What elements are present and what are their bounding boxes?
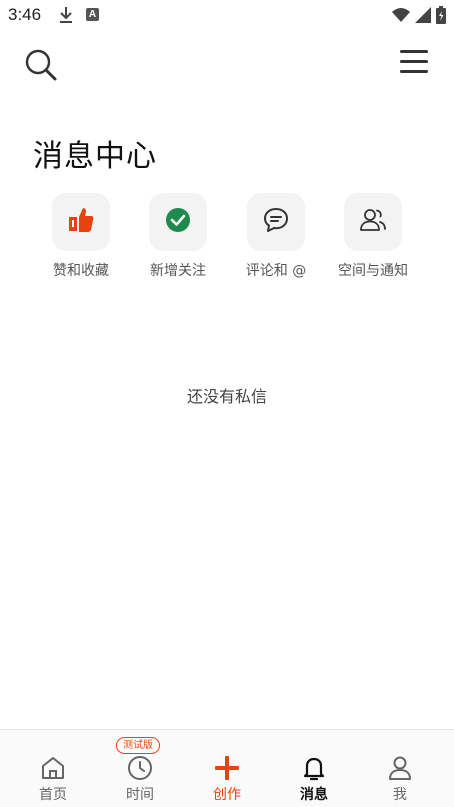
- menu-button[interactable]: [400, 50, 428, 78]
- menu-icon-line: [400, 60, 428, 63]
- category-label: 空间与通知: [338, 263, 408, 279]
- search-icon: [22, 49, 60, 88]
- category-icon-box: [247, 193, 305, 251]
- nav-item-messages[interactable]: 消息: [269, 730, 359, 807]
- status-indicators: [392, 6, 446, 28]
- nav-label: 首页: [39, 787, 67, 803]
- app-notification-icon: A: [86, 8, 99, 21]
- category-new-followers[interactable]: 新增关注: [128, 193, 228, 280]
- category-likes-favorites[interactable]: 赞和收藏: [31, 193, 131, 280]
- menu-icon-line: [400, 50, 428, 53]
- category-icon-box: [52, 193, 110, 251]
- category-space-notifications[interactable]: 空间与通知: [323, 193, 423, 280]
- thumbs-up-icon: [66, 205, 96, 239]
- bottom-nav: 首页 时间 测试版 创作 消息 我: [0, 729, 454, 807]
- category-label: 赞和收藏: [53, 263, 109, 279]
- nav-item-home[interactable]: 首页: [8, 730, 98, 807]
- search-button[interactable]: [22, 46, 60, 84]
- bell-icon: [300, 754, 328, 782]
- nav-label: 消息: [300, 787, 328, 803]
- status-bar: 3:46 A: [0, 0, 454, 32]
- category-icon-box: [344, 193, 402, 251]
- signal-icon: [415, 7, 431, 27]
- nav-label: 我: [393, 787, 407, 803]
- nav-item-create[interactable]: 创作: [182, 730, 272, 807]
- plus-icon: [213, 754, 241, 782]
- download-icon: [58, 6, 74, 28]
- person-icon: [386, 754, 414, 782]
- comment-icon: [262, 206, 290, 238]
- battery-icon: [436, 6, 446, 28]
- home-icon: [39, 754, 67, 782]
- category-comments-mentions[interactable]: 评论和 @: [226, 193, 326, 280]
- nav-item-me[interactable]: 我: [355, 730, 445, 807]
- category-icon-box: [149, 193, 207, 251]
- empty-state-text: 还没有私信: [186, 387, 267, 406]
- check-circle-icon: [165, 207, 191, 237]
- status-time: 3:46: [8, 5, 42, 24]
- people-icon: [358, 206, 388, 238]
- beta-badge: 测试版: [116, 737, 160, 754]
- clock-icon: [126, 754, 154, 782]
- category-label: 新增关注: [150, 263, 206, 279]
- wifi-icon: [392, 7, 410, 27]
- nav-label: 创作: [213, 787, 241, 803]
- menu-icon-line: [400, 70, 428, 73]
- page-title: 消息中心: [33, 139, 157, 174]
- nav-label: 时间: [126, 787, 154, 803]
- category-label: 评论和 @: [245, 263, 307, 279]
